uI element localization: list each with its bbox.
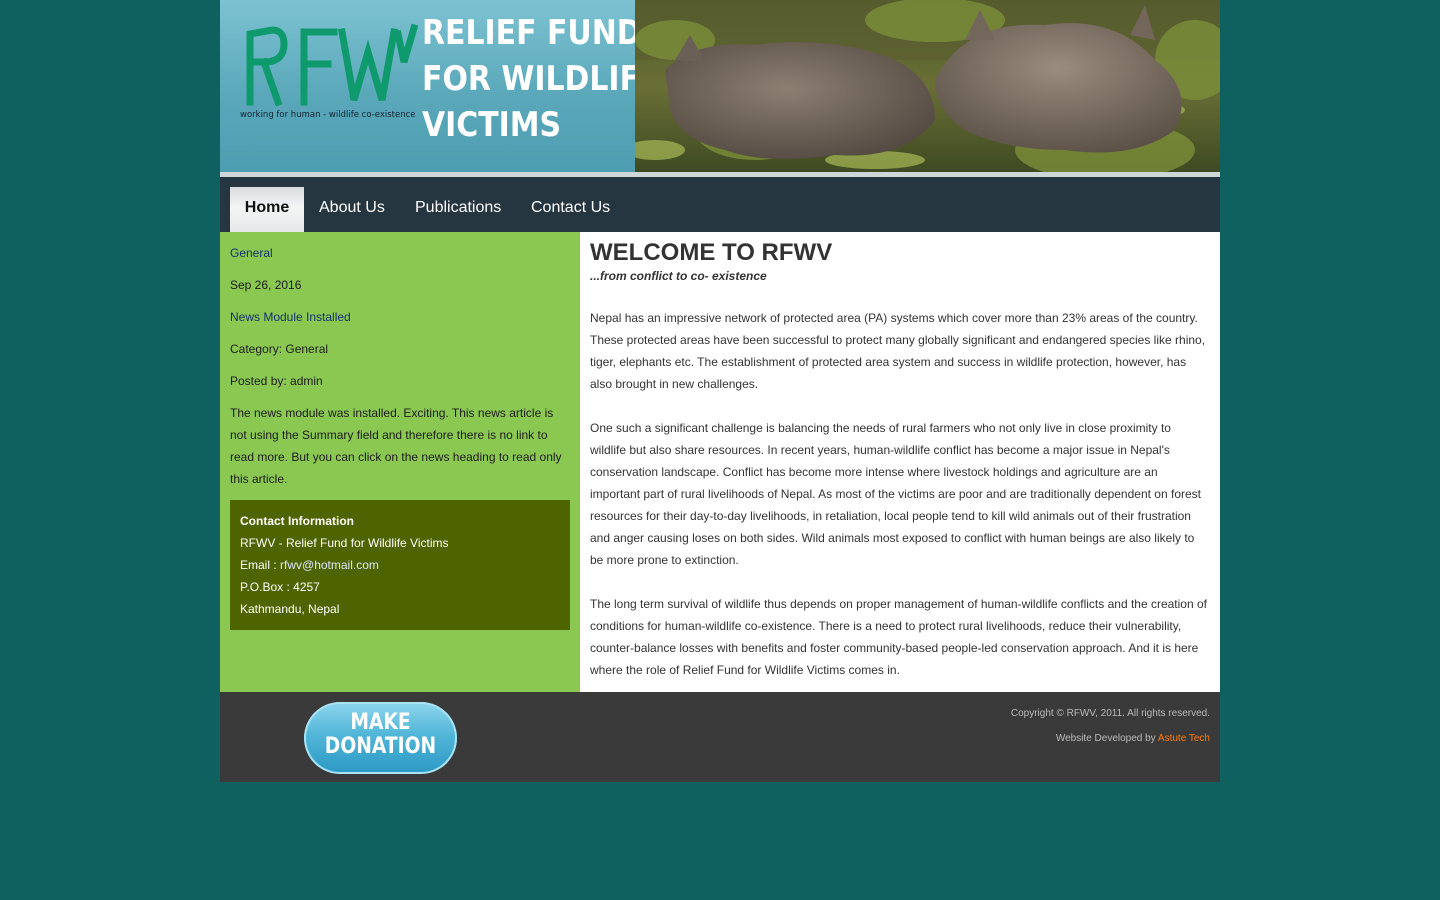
site-title-line: VICTIMS <box>422 105 562 145</box>
news-body: The news module was installed. Exciting.… <box>230 406 562 486</box>
contact-city: Kathmandu, Nepal <box>240 602 340 616</box>
site-header: working for human - wildlife co-existenc… <box>220 0 1220 172</box>
site-title: RELIEF FUND FOR WILDLIFE VICTIMS <box>422 10 660 148</box>
news-category: Category: General <box>230 342 329 356</box>
news-headline-link[interactable]: News Module Installed <box>230 306 570 328</box>
news-date: Sep 26, 2016 <box>230 278 302 292</box>
news-category-link[interactable]: General <box>230 242 570 264</box>
donate-label-line2: DONATION <box>324 734 437 759</box>
site-footer: MAKE DONATION Copyright © RFWV, 2011. Al… <box>220 692 1220 782</box>
page-title: WELCOME TO RFWV <box>590 239 833 266</box>
page-wrapper: working for human - wildlife co-existenc… <box>220 0 1220 782</box>
nav-home[interactable]: Home <box>230 187 304 232</box>
site-title-line: RELIEF FUND <box>422 13 642 53</box>
contact-heading: Contact Information <box>240 514 354 528</box>
developer-credit: Website Developed by Astute Tech <box>1056 733 1210 744</box>
contact-info-box: Contact Information RFWV - Relief Fund f… <box>230 500 570 630</box>
page-subtitle: ...from conflict to co- existence <box>590 269 767 283</box>
contact-pobox: P.O.Box : 4257 <box>240 580 320 594</box>
make-donation-button[interactable]: MAKE DONATION <box>304 702 457 774</box>
nav-contact-us[interactable]: Contact Us <box>531 187 610 232</box>
developer-prefix: Website Developed by <box>1055 733 1158 744</box>
contact-org: RFWV - Relief Fund for Wildlife Victims <box>240 536 449 550</box>
content-area: General Sep 26, 2016 News Module Install… <box>220 232 1220 692</box>
news-posted-by: Posted by: admin <box>230 374 323 388</box>
logo-mark-icon <box>246 23 418 107</box>
site-title-line: FOR WILDLIFE <box>422 59 661 99</box>
challenge-paragraph: One such a significant challenge is bala… <box>590 421 1201 567</box>
intro-paragraph: Nepal has an impressive network of prote… <box>590 311 1206 391</box>
contact-email-row: Email : rfwv@hotmail.com <box>240 554 560 576</box>
contact-email-link[interactable]: rfwv@hotmail.com <box>280 558 379 572</box>
nav-publications[interactable]: Publications <box>415 187 501 232</box>
logo-tagline: working for human - wildlife co-existenc… <box>240 110 416 120</box>
rhino-photo <box>635 0 1220 172</box>
developer-link[interactable]: Astute Tech <box>1158 733 1210 744</box>
main-nav: Home About Us Publications Contact Us <box>220 177 1220 232</box>
nav-about-us[interactable]: About Us <box>319 187 385 232</box>
contact-email-label: Email : <box>240 558 281 572</box>
news-sidebar: General Sep 26, 2016 News Module Install… <box>220 232 580 692</box>
main-content: WELCOME TO RFWV ...from conflict to co- … <box>580 232 1220 692</box>
survival-paragraph: The long term survival of wildlife thus … <box>590 597 1207 677</box>
copyright-text: Copyright © RFWV, 2011. All rights reser… <box>1010 708 1210 719</box>
rfwv-logo[interactable]: working for human - wildlife co-existenc… <box>238 22 418 124</box>
donate-label-line1: MAKE <box>350 710 411 735</box>
